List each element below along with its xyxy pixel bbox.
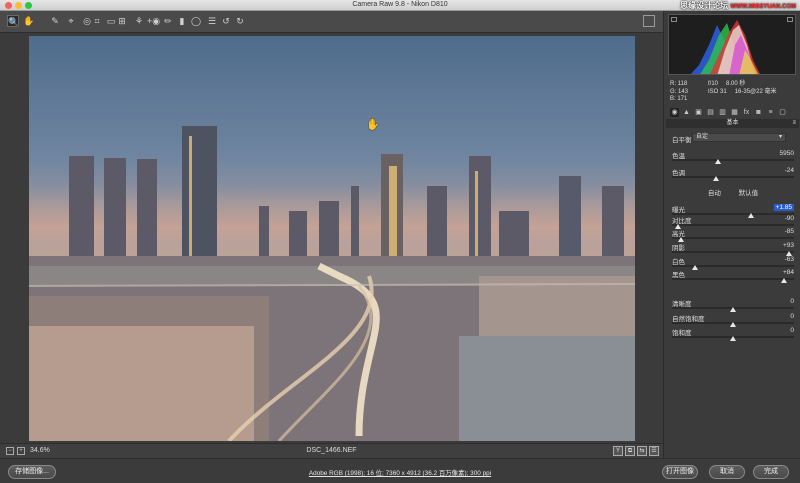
panel-tabs: ◉ ▲ ▣ ▤ ▥ ▦ fx ◙ ≡ ▢ bbox=[666, 108, 799, 118]
before-after-toggle-icon[interactable]: Y bbox=[613, 446, 623, 456]
rotate-cw-icon[interactable]: ↻ bbox=[234, 15, 246, 27]
aperture: f/10 bbox=[708, 81, 719, 87]
zoom-tool-icon[interactable]: 🔍 bbox=[7, 15, 19, 27]
default-link[interactable]: 默认值 bbox=[739, 190, 759, 197]
adjustment-brush-icon[interactable]: ✏ bbox=[162, 15, 174, 27]
clarity-value-field[interactable]: 0 bbox=[776, 298, 794, 305]
section-title: 基本 bbox=[726, 120, 739, 126]
whites-track[interactable] bbox=[672, 265, 794, 267]
red-value: R: 118 bbox=[670, 81, 688, 87]
white-balance-tool-icon[interactable]: ✎ bbox=[49, 15, 61, 27]
watermark-text: 思缘设计论坛 bbox=[680, 1, 729, 10]
contrast-value-field[interactable]: -90 bbox=[776, 215, 794, 222]
preview-settings-icon[interactable]: ☰ bbox=[649, 446, 659, 456]
tone-curve-tab-icon[interactable]: ▲ bbox=[682, 108, 691, 117]
view-mode-icon[interactable]: ⧉ bbox=[625, 446, 635, 456]
blue-value: B: 171 bbox=[670, 96, 688, 102]
camera-calibration-tab-icon[interactable]: ◙ bbox=[754, 108, 763, 117]
blacks-thumb[interactable] bbox=[781, 278, 788, 283]
temperature-track[interactable] bbox=[672, 159, 794, 161]
blacks-value-field[interactable]: +84 bbox=[776, 269, 794, 276]
histogram-graph bbox=[690, 20, 760, 74]
contrast-track[interactable] bbox=[672, 224, 794, 226]
split-toning-tab-icon[interactable]: ▥ bbox=[718, 108, 727, 117]
rotate-ccw-icon[interactable]: ↺ bbox=[220, 15, 232, 27]
exif-row-1: f/10 8.00 秒 bbox=[708, 81, 784, 89]
vibrance-value-field[interactable]: 0 bbox=[776, 313, 794, 320]
auto-default-links: 自动 默认值 bbox=[672, 187, 794, 197]
auto-link[interactable]: 自动 bbox=[708, 190, 721, 197]
saturation-thumb[interactable] bbox=[730, 336, 736, 341]
shutter: 8.00 秒 bbox=[726, 81, 746, 87]
radial-filter-icon[interactable]: ◯ bbox=[190, 15, 202, 27]
exposure-value-field[interactable]: +1.85 bbox=[773, 204, 794, 211]
basic-tab-icon[interactable]: ◉ bbox=[670, 108, 679, 117]
exif-info: f/10 8.00 秒 ISO 31 16-35@22 毫米 bbox=[708, 81, 784, 96]
iso: ISO 31 bbox=[708, 88, 727, 95]
city-skyline-image bbox=[29, 126, 635, 441]
tint-track[interactable] bbox=[672, 176, 794, 178]
hand-cursor-icon: ✋ bbox=[366, 119, 380, 131]
watermark-domain: WWW.MISSYUAN.COM bbox=[730, 4, 796, 10]
histogram bbox=[668, 14, 796, 75]
basic-section-header: 基本 ≡ bbox=[666, 119, 799, 128]
presets-tab-icon[interactable]: ≡ bbox=[766, 108, 775, 117]
exif-row-2: ISO 31 16-35@22 毫米 bbox=[708, 89, 784, 97]
watermark: 思缘设计论坛 WWW.MISSYUAN.COM bbox=[680, 0, 796, 11]
panel-menu-icon[interactable]: ≡ bbox=[792, 119, 796, 128]
detail-tab-icon[interactable]: ▣ bbox=[694, 108, 703, 117]
hsl-tab-icon[interactable]: ▤ bbox=[706, 108, 715, 117]
saturation-slider[interactable]: 饱和度 0 bbox=[672, 327, 794, 343]
clarity-slider[interactable]: 清晰度 0 bbox=[672, 298, 794, 314]
chevron-down-icon: ▾ bbox=[778, 134, 782, 140]
done-button[interactable]: 完成 bbox=[753, 465, 789, 479]
preferences-icon[interactable]: ☰ bbox=[206, 15, 218, 27]
fullscreen-toggle-icon[interactable] bbox=[643, 15, 655, 27]
temperature-slider[interactable]: 色温 5950 bbox=[672, 150, 794, 166]
open-image-button[interactable]: 打开图像 bbox=[662, 465, 698, 479]
shadows-track[interactable] bbox=[672, 251, 794, 253]
photo-preview[interactable]: ✋ bbox=[29, 36, 635, 441]
tint-thumb[interactable] bbox=[712, 176, 719, 181]
hand-tool-icon[interactable]: ✋ bbox=[23, 15, 35, 27]
spot-removal-tool-icon[interactable]: ⚘ bbox=[133, 15, 145, 27]
snapshots-tab-icon[interactable]: ▢ bbox=[778, 108, 787, 117]
blacks-track[interactable] bbox=[672, 278, 794, 280]
tint-value-field[interactable]: -24 bbox=[776, 167, 794, 174]
white-balance-label: 白平衡: bbox=[672, 137, 694, 144]
temperature-thumb[interactable] bbox=[715, 159, 722, 164]
lens-corrections-tab-icon[interactable]: ▦ bbox=[730, 108, 739, 117]
graduated-filter-icon[interactable]: ▮ bbox=[176, 15, 188, 27]
rgb-readout: R: 118 G: 143 B: 171 bbox=[670, 81, 688, 104]
temperature-value-field[interactable]: 5950 bbox=[776, 150, 794, 157]
highlights-track[interactable] bbox=[672, 237, 794, 239]
image-canvas-area[interactable]: ✋ bbox=[0, 33, 663, 443]
status-bar: − + 34.6% DSC_1466.NEF Y ⧉ ⇆ ☰ bbox=[0, 443, 663, 458]
file-name: DSC_1466.NEF bbox=[306, 447, 357, 454]
color-sampler-tool-icon[interactable]: ⌖ bbox=[65, 15, 77, 27]
white-balance-value: 自定 bbox=[696, 134, 709, 140]
shadows-value-field[interactable]: +93 bbox=[776, 242, 794, 249]
cancel-button[interactable]: 取消 bbox=[709, 465, 745, 479]
tint-slider[interactable]: 色调 -24 bbox=[672, 167, 794, 183]
tool-bar: 🔍 ✋ ✎ ⌖ ◎ ⌗ ▭ ⊞ ⚘ +◉ ✏ ▮ ◯ ☰ ↺ ↻ bbox=[0, 11, 663, 33]
right-panel: R: 118 G: 143 B: 171 f/10 8.00 秒 ISO 31 16… bbox=[663, 11, 800, 458]
clarity-thumb[interactable] bbox=[730, 307, 736, 312]
whites-value-field[interactable]: -63 bbox=[776, 256, 794, 263]
blacks-slider[interactable]: 黑色 +84 bbox=[672, 269, 794, 285]
green-value: G: 143 bbox=[670, 88, 689, 95]
red-eye-tool-icon[interactable]: +◉ bbox=[147, 15, 160, 27]
swap-settings-icon[interactable]: ⇆ bbox=[637, 446, 647, 456]
saturation-value-field[interactable]: 0 bbox=[776, 327, 794, 334]
transform-tool-icon[interactable]: ⊞ bbox=[116, 15, 128, 27]
highlights-value-field[interactable]: -85 bbox=[776, 228, 794, 235]
bottom-bar: 存储图像... Adobe RGB (1998); 16 位; 7360 x 4… bbox=[0, 458, 800, 483]
white-balance-select[interactable]: 自定 ▾ bbox=[692, 133, 786, 142]
crop-tool-icon[interactable]: ⌗ bbox=[91, 15, 103, 27]
lens: 16-35@22 毫米 bbox=[734, 88, 777, 95]
shadow-clipping-warning-icon[interactable] bbox=[671, 17, 677, 22]
highlight-clipping-warning-icon[interactable] bbox=[787, 17, 793, 22]
effects-tab-icon[interactable]: fx bbox=[742, 108, 751, 117]
